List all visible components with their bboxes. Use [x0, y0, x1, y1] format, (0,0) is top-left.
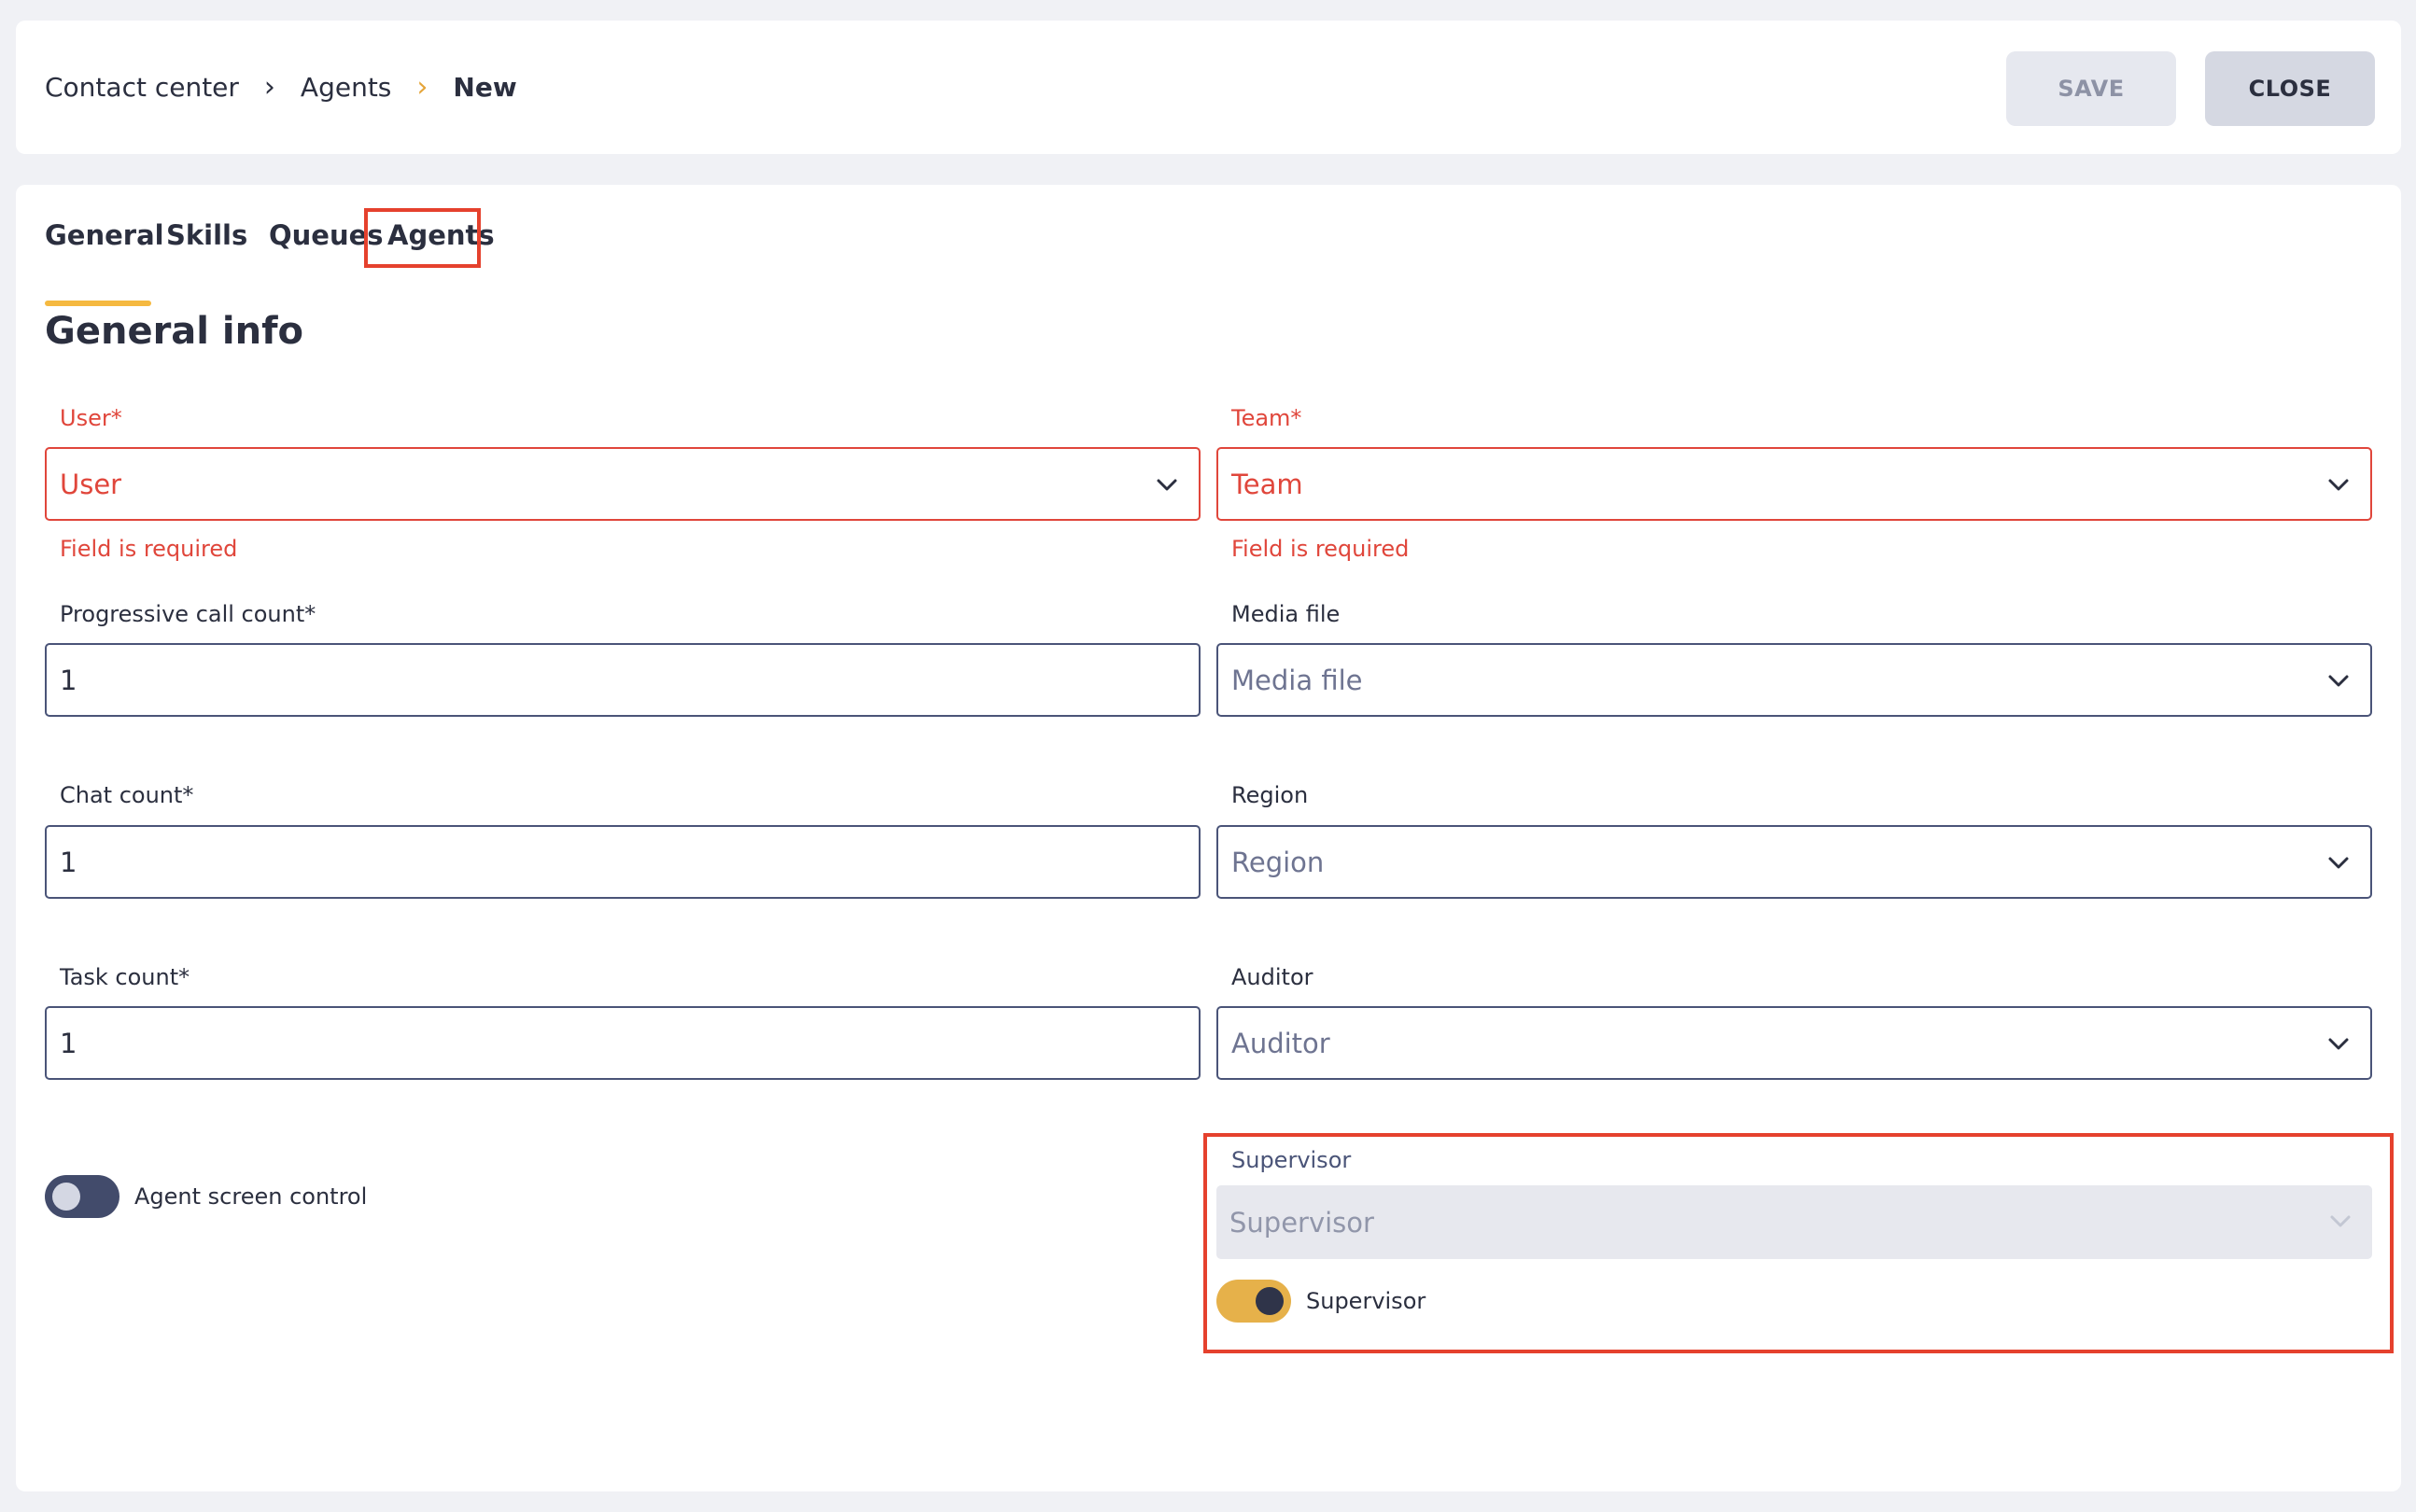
header-bar: Contact center › Agents › New SAVE CLOSE [16, 21, 2401, 154]
supervisor-select-placeholder: Supervisor [1229, 1206, 1374, 1239]
task-count-value: 1 [60, 1027, 77, 1059]
chevron-down-icon [2328, 1038, 2349, 1050]
chevron-down-icon [2328, 479, 2349, 491]
progressive-call-count-label: Progressive call count* [60, 601, 316, 627]
region-select[interactable]: Region [1216, 825, 2372, 899]
supervisor-select: Supervisor [1216, 1185, 2372, 1259]
user-select[interactable]: User [45, 447, 1201, 521]
team-select-placeholder: Team [1231, 468, 1303, 500]
breadcrumb-contact-center[interactable]: Contact center [45, 72, 239, 103]
media-file-select[interactable]: Media file [1216, 643, 2372, 717]
progressive-call-count-input[interactable]: 1 [45, 643, 1201, 717]
chevron-right-icon: › [263, 70, 275, 104]
auditor-placeholder: Auditor [1231, 1027, 1330, 1059]
auditor-select[interactable]: Auditor [1216, 1006, 2372, 1080]
task-count-label: Task count* [60, 964, 190, 990]
region-placeholder: Region [1231, 846, 1325, 878]
breadcrumb: Contact center › Agents › New [45, 21, 517, 154]
team-error: Field is required [1231, 536, 1410, 562]
tab-agents-highlight [364, 208, 481, 268]
progressive-call-count-value: 1 [60, 664, 77, 696]
chevron-down-icon [1157, 479, 1177, 491]
chevron-down-icon [2330, 1215, 2351, 1227]
team-label: Team* [1231, 405, 1302, 431]
breadcrumb-agents[interactable]: Agents [301, 72, 391, 103]
section-title: General info [45, 310, 303, 353]
save-button[interactable]: SAVE [2006, 51, 2176, 126]
user-label: User* [60, 405, 122, 431]
toggle-knob [1256, 1287, 1284, 1315]
user-select-placeholder: User [60, 468, 122, 500]
breadcrumb-current: New [453, 72, 517, 103]
task-count-input[interactable]: 1 [45, 1006, 1201, 1080]
chevron-down-icon [2328, 857, 2349, 869]
agent-screen-control-toggle[interactable] [45, 1175, 119, 1218]
chat-count-value: 1 [60, 846, 77, 878]
chat-count-input[interactable]: 1 [45, 825, 1201, 899]
chevron-right-icon: › [416, 70, 428, 104]
auditor-label: Auditor [1231, 964, 1313, 990]
team-select[interactable]: Team [1216, 447, 2372, 521]
form-panel: General Skills Queues Agents General inf… [16, 185, 2401, 1491]
toggle-knob [52, 1183, 80, 1211]
close-button[interactable]: CLOSE [2205, 51, 2375, 126]
chat-count-label: Chat count* [60, 782, 194, 808]
tab-general[interactable]: General [45, 218, 164, 252]
agent-screen-control-label: Agent screen control [134, 1183, 368, 1210]
supervisor-select-label: Supervisor [1231, 1147, 1352, 1173]
region-label: Region [1231, 782, 1309, 808]
supervisor-toggle-label: Supervisor [1306, 1288, 1426, 1314]
media-file-label: Media file [1231, 601, 1341, 627]
chevron-down-icon [2328, 675, 2349, 687]
media-file-placeholder: Media file [1231, 664, 1363, 696]
supervisor-toggle[interactable] [1216, 1280, 1291, 1323]
user-error: Field is required [60, 536, 238, 562]
active-tab-indicator [45, 301, 151, 306]
tab-skills[interactable]: Skills [166, 218, 247, 252]
